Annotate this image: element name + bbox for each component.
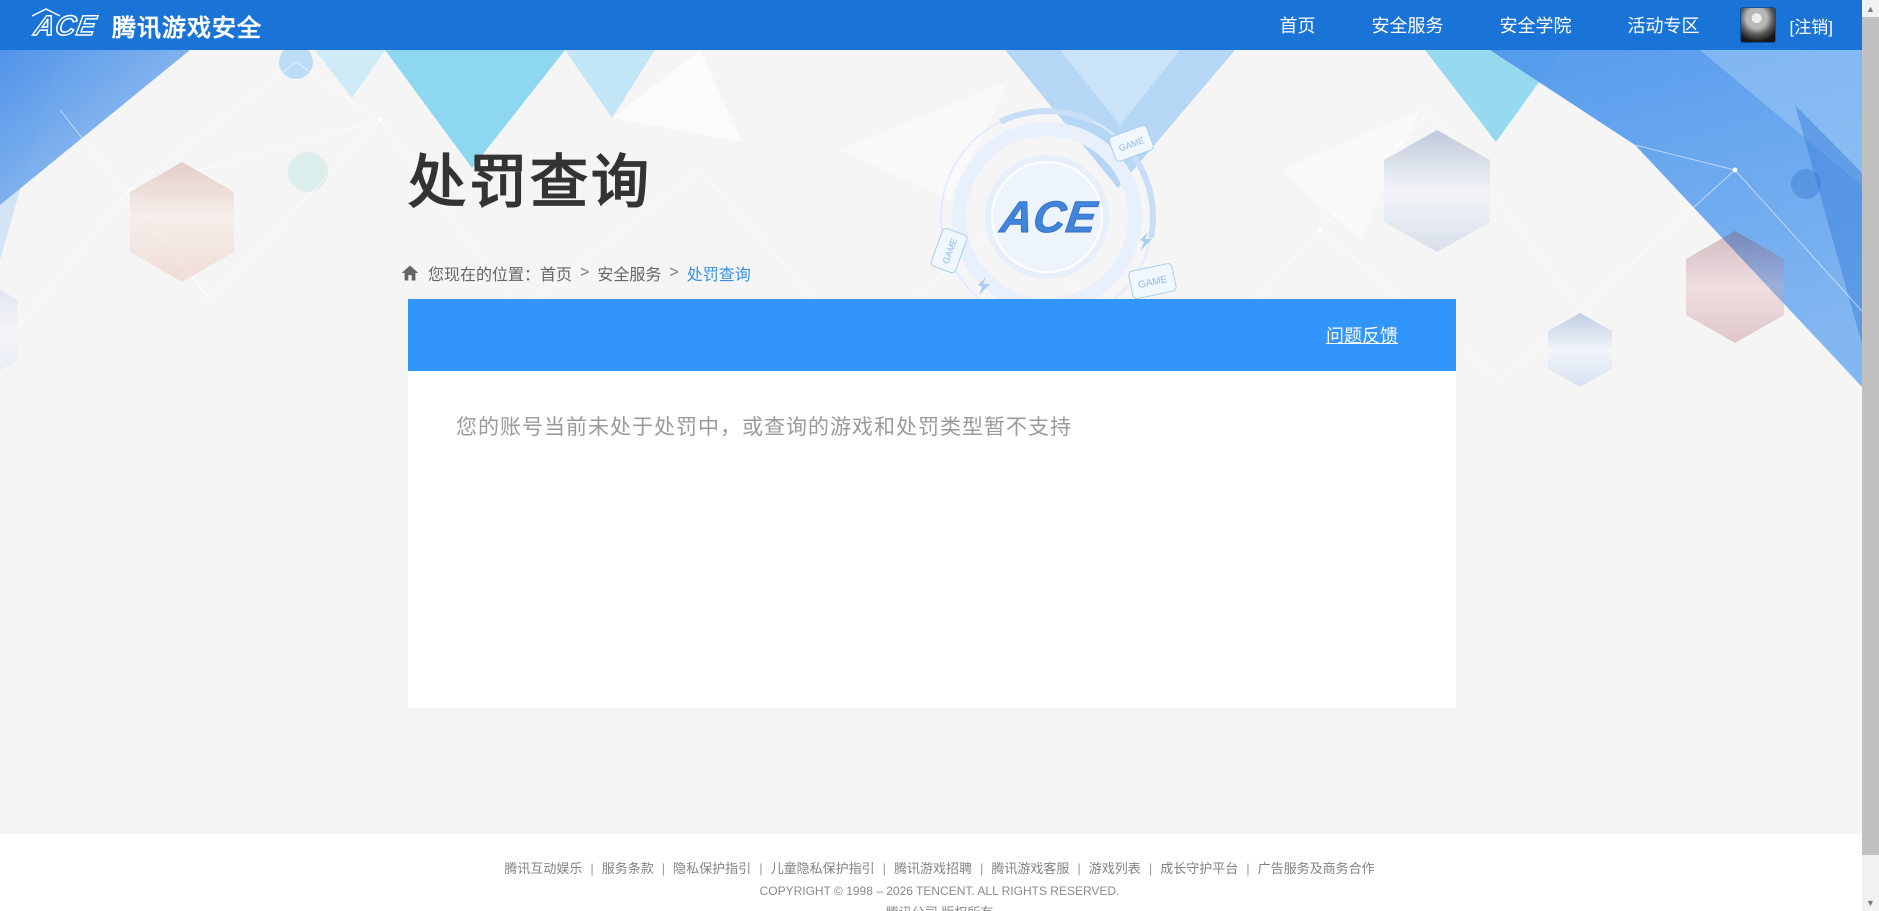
- scroll-down-arrow[interactable]: ▼: [1862, 894, 1879, 911]
- breadcrumb-separator: >: [669, 264, 678, 282]
- page: ACE 腾讯游戏安全 首页 安全服务 安全学院 活动专区 [注销]: [0, 0, 1879, 911]
- footer-link-ient[interactable]: 腾讯互动娱乐: [504, 861, 582, 876]
- footer-link-child-privacy[interactable]: 儿童隐私保护指引: [771, 861, 875, 876]
- footer-link-terms[interactable]: 服务条款: [602, 861, 654, 876]
- breadcrumb-separator: >: [580, 264, 589, 282]
- game-chip-icon: GAME: [930, 227, 968, 273]
- footer-separator: |: [980, 861, 983, 876]
- nav-menu: 首页 安全服务 安全学院 活动专区 [注销]: [1224, 7, 1833, 43]
- panel-header: 问题反馈: [408, 299, 1456, 371]
- footer-separator: |: [759, 861, 762, 876]
- footer-separator: |: [1246, 861, 1249, 876]
- home-icon: [400, 263, 420, 283]
- footer-company: 腾讯公司 版权所有: [0, 905, 1879, 911]
- footer-copyright: COPYRIGHT © 1998 – 2026 TENCENT. ALL RIG…: [0, 884, 1879, 899]
- breadcrumb-current[interactable]: 处罚查询: [687, 261, 751, 285]
- scroll-up-arrow[interactable]: ▲: [1862, 0, 1879, 17]
- scrollbar[interactable]: ▲ ▼: [1862, 0, 1879, 911]
- brand-title: 腾讯游戏安全: [112, 8, 262, 43]
- hex-character-portrait-left: [130, 162, 234, 282]
- hex-character-portrait-girl: [1548, 313, 1612, 387]
- ace-badge-text: ACE: [997, 193, 1101, 242]
- top-nav: ACE 腾讯游戏安全 首页 安全服务 安全学院 活动专区 [注销]: [0, 0, 1879, 50]
- breadcrumb: 您现在的位置： 首页 > 安全服务 > 处罚查询: [400, 261, 751, 285]
- footer-link-privacy[interactable]: 隐私保护指引: [673, 861, 751, 876]
- footer-link-jobs[interactable]: 腾讯游戏招聘: [894, 861, 972, 876]
- user-avatar[interactable]: [1740, 7, 1776, 43]
- footer-separator: |: [1077, 861, 1080, 876]
- breadcrumb-security-service[interactable]: 安全服务: [597, 261, 661, 285]
- footer-separator: |: [883, 861, 886, 876]
- nav-item-activity-zone[interactable]: 活动专区: [1628, 12, 1700, 38]
- breadcrumb-home[interactable]: 首页: [540, 261, 572, 285]
- game-chip-icon: GAME: [1128, 263, 1177, 300]
- footer: 腾讯互动娱乐 | 服务条款 | 隐私保护指引 | 儿童隐私保护指引 | 腾讯游戏招聘 | 腾讯游戏客…: [0, 834, 1879, 911]
- breadcrumb-prefix: 您现在的位置：: [428, 261, 540, 285]
- footer-separator: |: [1149, 861, 1152, 876]
- footer-separator: |: [590, 861, 593, 876]
- logout-link[interactable]: [注销]: [1790, 13, 1833, 38]
- ace-logo-text: ACE: [31, 9, 100, 41]
- footer-separator: |: [662, 861, 665, 876]
- brand-logo[interactable]: ACE 腾讯游戏安全: [26, 6, 262, 44]
- footer-link-support[interactable]: 腾讯游戏客服: [991, 861, 1069, 876]
- page-title: 处罚查询: [408, 135, 652, 219]
- ace-logo-icon: ACE: [26, 6, 102, 44]
- footer-links: 腾讯互动娱乐 | 服务条款 | 隐私保护指引 | 儿童隐私保护指引 | 腾讯游戏招聘 | 腾讯游戏客…: [0, 860, 1879, 878]
- nav-item-security-academy[interactable]: 安全学院: [1500, 12, 1572, 38]
- nav-item-home[interactable]: 首页: [1280, 12, 1316, 38]
- hex-character-portrait-edge: [0, 270, 18, 390]
- footer-link-ads[interactable]: 广告服务及商务合作: [1258, 861, 1375, 876]
- panel-body: 您的账号当前未处于处罚中，或查询的游戏和处罚类型暂不支持: [408, 371, 1456, 708]
- footer-link-guardian[interactable]: 成长守护平台: [1160, 861, 1238, 876]
- query-panel: 问题反馈 您的账号当前未处于处罚中，或查询的游戏和处罚类型暂不支持: [408, 299, 1456, 708]
- footer-link-game-list[interactable]: 游戏列表: [1089, 861, 1141, 876]
- scroll-thumb[interactable]: [1862, 17, 1879, 855]
- result-message: 您的账号当前未处于处罚中，或查询的游戏和处罚类型暂不支持: [456, 411, 1408, 441]
- nav-item-security-service[interactable]: 安全服务: [1372, 12, 1444, 38]
- feedback-link[interactable]: 问题反馈: [1326, 322, 1398, 348]
